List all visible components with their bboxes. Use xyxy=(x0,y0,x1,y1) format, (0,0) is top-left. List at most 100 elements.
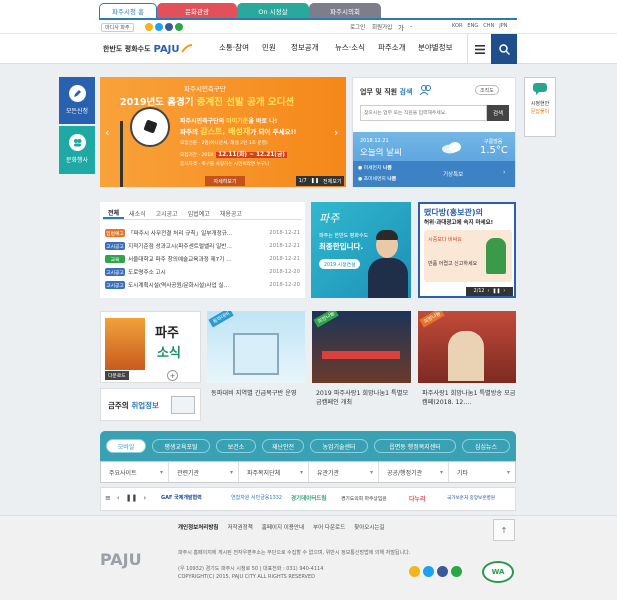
category-mobile[interactable]: 모바일 xyxy=(106,439,146,453)
banner-prev-arrow-icon[interactable]: ‹ xyxy=(105,126,109,139)
news-caption[interactable]: 동파대비 지역별 긴급복구반 운영 xyxy=(211,389,305,398)
lang-chn[interactable]: CHN xyxy=(483,23,494,29)
footer-download-link[interactable]: 부어 다운로드 xyxy=(313,523,345,531)
select-other[interactable]: 기타 ▾ xyxy=(449,462,515,482)
banner-pause-button[interactable]: ❚❚ xyxy=(311,178,319,184)
banner-next-arrow-icon[interactable]: › xyxy=(334,126,338,139)
gnb-communication[interactable]: 소통·참여 xyxy=(219,42,249,53)
news-card-2-image[interactable]: 희망나눔 xyxy=(312,311,411,383)
login-link[interactable]: 로그인 xyxy=(350,23,365,31)
notice-item[interactable]: 고시공고 도로명주소 고시 2018-12-20 xyxy=(105,267,300,277)
select-main-sites[interactable]: 주요사이트 ▾ xyxy=(101,462,169,482)
promo-card[interactable]: 떴다방(홍보관)의 허위·과대광고에 속지 마세요! 시중보다 비싸요 반품 어… xyxy=(418,202,516,298)
facebook-icon[interactable] xyxy=(437,566,448,577)
footer-guide-link[interactable]: 홈페이지 이용안내 xyxy=(262,523,304,531)
staff-search-button[interactable]: 검색 xyxy=(487,105,509,121)
tab-culture[interactable]: 문화관광 xyxy=(157,3,237,18)
font-size-up-button[interactable]: 가 xyxy=(398,22,404,32)
staff-search-input[interactable] xyxy=(360,105,487,121)
kakao-icon[interactable] xyxy=(145,23,153,31)
select-welfare[interactable]: 파주복지단체 ▾ xyxy=(239,462,309,482)
news-card-1-image[interactable]: 동파대비 xyxy=(207,311,305,383)
news-caption[interactable]: 2019 파주사랑1 희망나눔1 특별모금캠페인 개최 xyxy=(316,389,410,407)
paju-sosik-card[interactable]: 파주 소식 다운로드 + xyxy=(100,311,201,383)
news-caption[interactable]: 파주사랑1 희망나눔1 특별방송 모금캠페(2018. 12.… xyxy=(422,389,516,407)
gnb-civil[interactable]: 민원 xyxy=(262,42,276,53)
gnb-fields[interactable]: 분야별정보 xyxy=(418,42,453,53)
quick-culture[interactable]: 문화행사 xyxy=(59,126,95,174)
category-admin[interactable]: 읍면동 행정복지센터 xyxy=(374,439,456,453)
org-chart-button[interactable]: 조직도 xyxy=(475,85,499,95)
select-public[interactable]: 공공/행정기관 ▾ xyxy=(379,462,449,482)
category-agri[interactable]: 농업기술센터 xyxy=(310,439,368,453)
weather-forecast-link[interactable]: 기상특보 xyxy=(443,170,463,178)
promo-prev-icon[interactable]: ‹ xyxy=(487,289,489,294)
kakao-icon[interactable] xyxy=(409,566,420,577)
blog-icon[interactable] xyxy=(451,566,462,577)
category-simsim[interactable]: 심심뉴스 xyxy=(462,439,510,453)
search-toggle-button[interactable] xyxy=(491,34,517,64)
promo-pause-icon[interactable]: ❚❚ xyxy=(492,289,500,294)
scroll-top-button[interactable]: ↑ xyxy=(493,519,515,541)
quick-qna[interactable]: 시청현안 문답풀이 xyxy=(524,77,556,137)
sosik-title2: 소식 xyxy=(157,346,181,361)
lang-eng[interactable]: ENG xyxy=(467,23,478,29)
banner-more-button[interactable]: 자세히보기 xyxy=(205,176,245,186)
site-logo[interactable]: 한반도 평화수도 PAJU xyxy=(103,41,193,57)
join-link[interactable]: 회원가입 xyxy=(372,23,392,31)
tab-paju-home[interactable]: 파주시청 홈 xyxy=(99,3,157,18)
partner-2[interactable]: 연합자원 서민금융1332 xyxy=(231,494,282,501)
partner-5[interactable]: 다누리 xyxy=(409,494,426,503)
footer-directions-link[interactable]: 찾아오시는길 xyxy=(354,523,384,531)
partner-prev-icon[interactable]: ‹ xyxy=(117,494,120,502)
category-safety[interactable]: 재난안전 xyxy=(262,439,304,453)
twitter-icon[interactable] xyxy=(423,566,434,577)
notice-item[interactable]: 입법예고 「파주시 사무전결 처리 규칙」일부개정규… 2018-12-21 xyxy=(105,228,300,238)
banner-all-button[interactable]: 전체보기 xyxy=(323,178,341,185)
tab-on-sijeong[interactable]: On 시정살 xyxy=(237,3,309,18)
quick-apply[interactable]: 모든신청 xyxy=(59,77,95,124)
notice-tab-news[interactable]: 새소식 xyxy=(124,209,151,218)
notice-item[interactable]: 고시공고 지적기준점 성과고시(파주센트럴밸리 일반… 2018-12-21 xyxy=(105,241,300,251)
partner-pause-icon[interactable]: ❚❚ xyxy=(126,494,138,502)
select-affiliated[interactable]: 유관기관 ▾ xyxy=(309,462,379,482)
partner-3[interactable]: 경기데이터드림 xyxy=(291,494,326,502)
lang-jpn[interactable]: JPN xyxy=(499,23,507,29)
mayor-card[interactable]: 파주 파주는 한반도 평화수도 최종한입니다. 2019 시정연설 xyxy=(311,202,411,298)
main-banner[interactable]: 파주시민축구단 2019년도 홈경기 중계진 선발 공개 오디션 파주시민축구단… xyxy=(100,77,346,187)
select-related[interactable]: 관련기관 ▾ xyxy=(169,462,239,482)
partner-6[interactable]: 국가보훈처 중앙보훈병원 xyxy=(447,495,495,501)
notice-tab-announce[interactable]: 고시공고 xyxy=(151,209,183,218)
notice-tab-all[interactable]: 전체 xyxy=(103,208,125,219)
gnb-info[interactable]: 정보공개 xyxy=(291,42,319,53)
promo-next-icon[interactable]: › xyxy=(503,289,505,294)
lang-kor[interactable]: KOR xyxy=(452,23,462,29)
notice-item[interactable]: 고시공고 도시계획시설(역사공원/문화시설)사업 실… 2018-12-20 xyxy=(105,280,300,290)
sosik-download-button[interactable]: 다운로드 xyxy=(105,371,129,380)
notice-tab-recruit[interactable]: 채용공고 xyxy=(215,209,247,218)
mayor-speech-button[interactable]: 2019 시정연설 xyxy=(319,259,361,269)
plus-icon[interactable]: + xyxy=(167,370,178,381)
partner-list-icon[interactable]: ≡ xyxy=(105,494,111,502)
partner-1[interactable]: GAF 국제개발협력 xyxy=(161,494,202,501)
job-info-card[interactable]: 금주의 취업정보 xyxy=(100,388,201,421)
partner-4[interactable]: 경기도의회 파주상임원 xyxy=(341,495,387,502)
blog-icon[interactable] xyxy=(175,23,183,31)
notice-tab-legislation[interactable]: 입법예고 xyxy=(183,209,215,218)
news-card-3-image[interactable]: 희망나눔 xyxy=(418,311,516,383)
tab-city-council[interactable]: 파주시의회 xyxy=(309,3,381,18)
talk-button[interactable]: 마디사 파주 xyxy=(101,23,134,32)
font-size-down-button[interactable]: - xyxy=(410,22,412,30)
category-health[interactable]: 보건소 xyxy=(216,439,256,453)
gnb-about[interactable]: 파주소개 xyxy=(378,42,406,53)
footer-copyright-link[interactable]: 저작권정책 xyxy=(227,523,252,531)
menu-button[interactable] xyxy=(467,34,491,64)
facebook-icon[interactable] xyxy=(165,23,173,31)
footer-privacy-link[interactable]: 개인정보처리방침 xyxy=(178,523,218,531)
partner-next-icon[interactable]: › xyxy=(143,494,146,502)
notice-item[interactable]: 교육 서울대학교 파주 창의예술교육과정 제7기 … 2018-12-21 xyxy=(105,254,300,264)
gnb-news[interactable]: 뉴스·소식 xyxy=(335,42,365,53)
twitter-icon[interactable] xyxy=(155,23,163,31)
forecast-arrow-icon[interactable]: › xyxy=(503,169,505,176)
category-lifelong[interactable]: 평생교육포털 xyxy=(152,439,210,453)
